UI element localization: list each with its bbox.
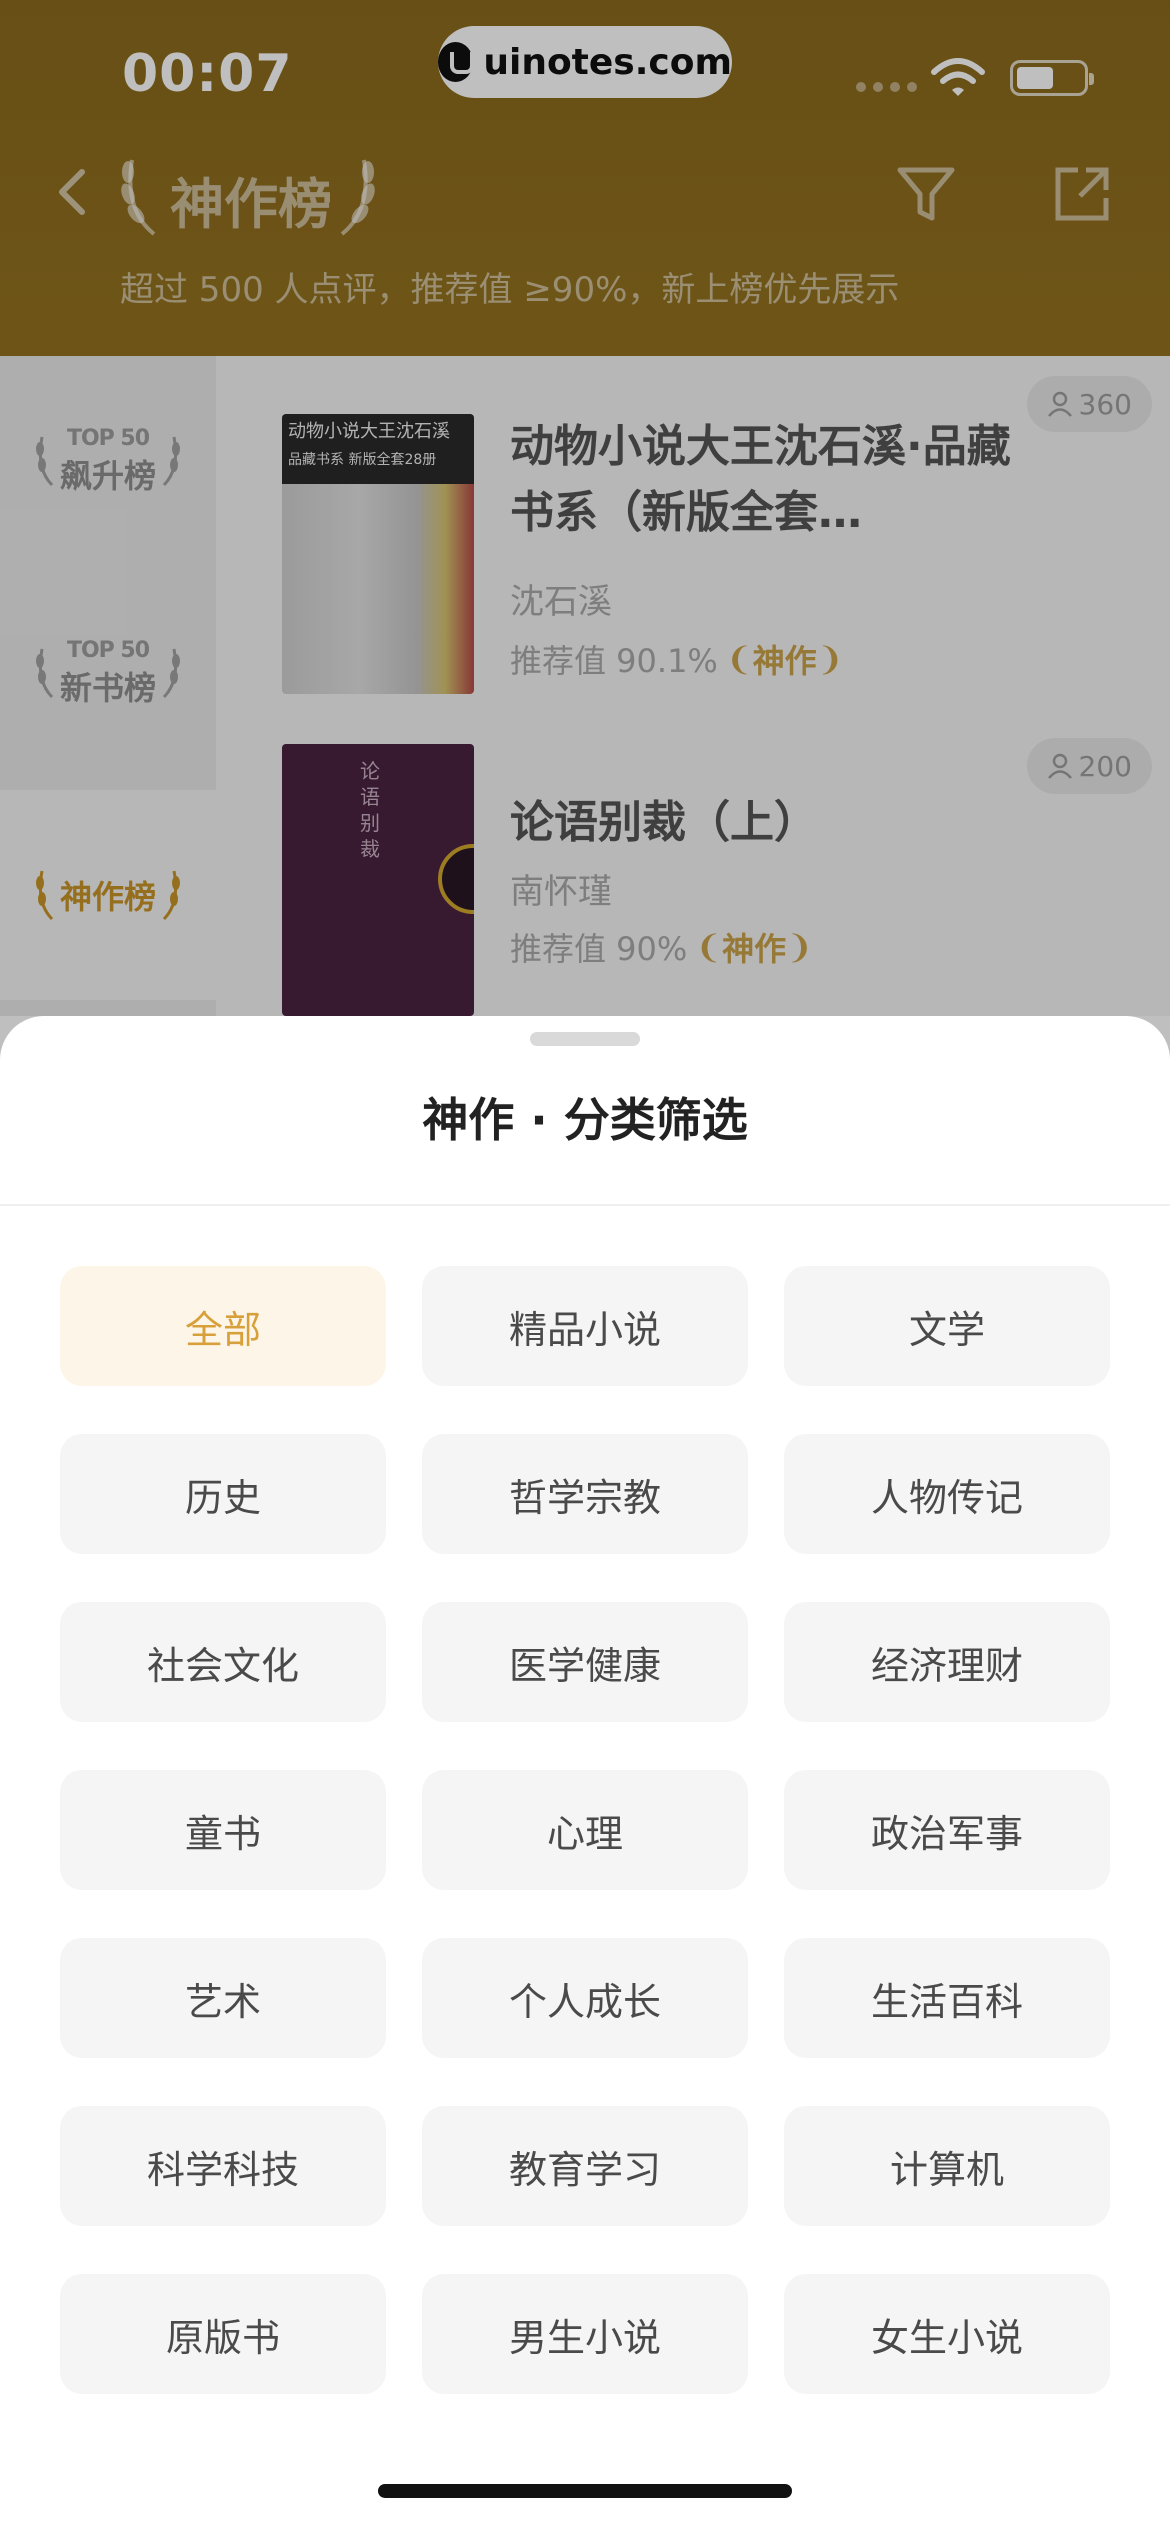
recommendation-value: 推荐值 90.1% bbox=[510, 642, 718, 680]
badge-label: 神作 bbox=[752, 642, 817, 680]
sheet-drag-handle[interactable] bbox=[530, 1032, 640, 1046]
category-chip[interactable]: 心理 bbox=[422, 1770, 748, 1890]
reader-count: 360 bbox=[1026, 376, 1152, 432]
filter-icon[interactable] bbox=[894, 162, 958, 226]
laurel-icon bbox=[162, 436, 180, 487]
category-chip[interactable]: 文学 bbox=[784, 1266, 1110, 1386]
sheet-title: 神作 · 分类筛选 bbox=[422, 1093, 748, 1147]
page-title: 神作榜 bbox=[170, 173, 332, 236]
home-indicator[interactable] bbox=[378, 2484, 792, 2498]
watermark-badge: uinotes.com bbox=[438, 26, 732, 98]
laurel-icon: ❨ bbox=[725, 640, 753, 678]
category-chip[interactable]: 经济理财 bbox=[784, 1602, 1110, 1722]
laurel-left-icon bbox=[121, 159, 156, 236]
header: 00:07 uinotes.com 神作榜 超过 500 人点评，推荐值 ≥90… bbox=[0, 0, 1170, 356]
category-grid: 全部 精品小说 文学历史 哲学宗教 人物传记社会文化 医学健康 经济理财童书 心理 政治军事艺术… bbox=[60, 1266, 1110, 2394]
cellular-signal-icon bbox=[856, 82, 917, 92]
cover-title-text: 论语别裁 bbox=[360, 759, 380, 861]
category-chip[interactable]: 全部 bbox=[60, 1266, 386, 1386]
category-chip[interactable]: 科学科技 bbox=[60, 2106, 386, 2226]
category-chip[interactable]: 历史 bbox=[60, 1434, 386, 1554]
category-chip[interactable]: 政治军事 bbox=[784, 1770, 1110, 1890]
sidebar-item-label: 神作榜 bbox=[59, 878, 156, 916]
book-cover: 论语别裁 bbox=[282, 744, 474, 1016]
cover-subtitle-text: 品藏书系 新版全套28册 bbox=[288, 452, 437, 468]
person-icon bbox=[1047, 753, 1072, 779]
sidebar-item-rising[interactable]: TOP 50 飙升榜 bbox=[0, 356, 216, 566]
category-chip[interactable]: 人物传记 bbox=[784, 1434, 1110, 1554]
status-time: 00:07 bbox=[122, 44, 293, 104]
book-cover: 动物小说大王沈石溪 品藏书系 新版全套28册 bbox=[282, 414, 474, 694]
ranking-content: TOP 50 飙升榜 TOP 50 新书榜 神作榜 动物小说大王沈石溪 品藏书系… bbox=[0, 356, 1170, 1016]
category-chip[interactable]: 艺术 bbox=[60, 1938, 386, 2058]
reader-count: 200 bbox=[1026, 738, 1152, 794]
ranking-subtitle: 超过 500 人点评，推荐值 ≥90%，新上榜优先展示 bbox=[120, 270, 900, 310]
category-chip[interactable]: 计算机 bbox=[784, 2106, 1110, 2226]
wifi-icon bbox=[931, 58, 985, 96]
book-title: 论语别裁（上） bbox=[510, 797, 818, 848]
sidebar-item-tag: TOP 50 bbox=[66, 425, 150, 451]
category-chip[interactable]: 生活百科 bbox=[784, 1938, 1110, 2058]
masterpiece-badge: ❨ 神作 ❩ bbox=[695, 924, 813, 970]
category-chip[interactable]: 医学健康 bbox=[422, 1602, 748, 1722]
book-recommendation: 推荐值 90% ❨ 神作 ❩ bbox=[510, 924, 813, 970]
sidebar-item-label: 新书榜 bbox=[59, 668, 156, 707]
status-bar: 00:07 uinotes.com bbox=[0, 0, 1170, 140]
book-item[interactable]: 论语别裁 论语别裁（上） 南怀瑾 推荐值 90% ❨ 神作 ❩ 200 bbox=[282, 738, 1162, 1016]
laurel-icon bbox=[162, 870, 180, 921]
category-chip[interactable]: 男生小说 bbox=[422, 2274, 748, 2394]
back-icon[interactable] bbox=[44, 162, 104, 222]
nav-bar: 神作榜 bbox=[0, 140, 1170, 250]
book-title: 动物小说大王沈石溪·品藏书系（新版全套… bbox=[510, 421, 1011, 538]
category-chip[interactable]: 童书 bbox=[60, 1770, 386, 1890]
category-chip[interactable]: 教育学习 bbox=[422, 2106, 748, 2226]
category-chip[interactable]: 精品小说 bbox=[422, 1266, 748, 1386]
ranking-sidebar: TOP 50 飙升榜 TOP 50 新书榜 神作榜 bbox=[0, 356, 216, 1016]
badge-label: 神作 bbox=[722, 930, 787, 968]
book-author: 南怀瑾 bbox=[510, 872, 612, 912]
category-chip[interactable]: 哲学宗教 bbox=[422, 1434, 748, 1554]
category-chip[interactable]: 个人成长 bbox=[422, 1938, 748, 2058]
laurel-icon bbox=[162, 648, 180, 699]
sidebar-item-new[interactable]: TOP 50 新书榜 bbox=[0, 568, 216, 778]
laurel-icon: ❩ bbox=[816, 640, 844, 678]
sidebar-item-tag: TOP 50 bbox=[66, 637, 150, 663]
watermark-logo-icon bbox=[438, 42, 475, 82]
recommendation-value: 推荐值 90% bbox=[510, 930, 688, 968]
sidebar-item-label: 飙升榜 bbox=[59, 456, 156, 495]
book-item[interactable]: 动物小说大王沈石溪 品藏书系 新版全套28册 动物小说大王沈石溪·品藏书系（新版… bbox=[282, 376, 1162, 714]
reader-count-value: 360 bbox=[1078, 387, 1132, 421]
laurel-right-icon bbox=[340, 159, 375, 236]
laurel-icon bbox=[35, 870, 54, 921]
laurel-icon: ❩ bbox=[786, 928, 813, 966]
battery-icon bbox=[1010, 60, 1094, 96]
laurel-icon bbox=[35, 436, 54, 487]
watermark-text: uinotes.com bbox=[483, 41, 732, 83]
book-recommendation: 推荐值 90.1% ❨ 神作 ❩ bbox=[510, 636, 843, 682]
laurel-icon: ❨ bbox=[695, 928, 723, 966]
reader-count-value: 200 bbox=[1078, 749, 1132, 783]
masterpiece-badge: ❨ 神作 ❩ bbox=[726, 636, 844, 682]
cover-title-text: 动物小说大王沈石溪 bbox=[288, 421, 450, 442]
category-chip[interactable]: 女生小说 bbox=[784, 2274, 1110, 2394]
category-chip[interactable]: 社会文化 bbox=[60, 1602, 386, 1722]
laurel-icon bbox=[35, 648, 54, 699]
person-icon bbox=[1047, 391, 1072, 417]
category-filter-sheet: 神作 · 分类筛选 全部 精品小说 文学历史 哲学宗教 人物传记社会文化 医学健康 经济理财… bbox=[0, 1016, 1170, 2532]
category-chip[interactable]: 原版书 bbox=[60, 2274, 386, 2394]
divider bbox=[0, 1204, 1170, 1206]
book-author: 沈石溪 bbox=[510, 582, 612, 622]
sidebar-item-masterpiece[interactable]: 神作榜 bbox=[0, 790, 216, 1000]
share-icon[interactable] bbox=[1052, 164, 1112, 224]
